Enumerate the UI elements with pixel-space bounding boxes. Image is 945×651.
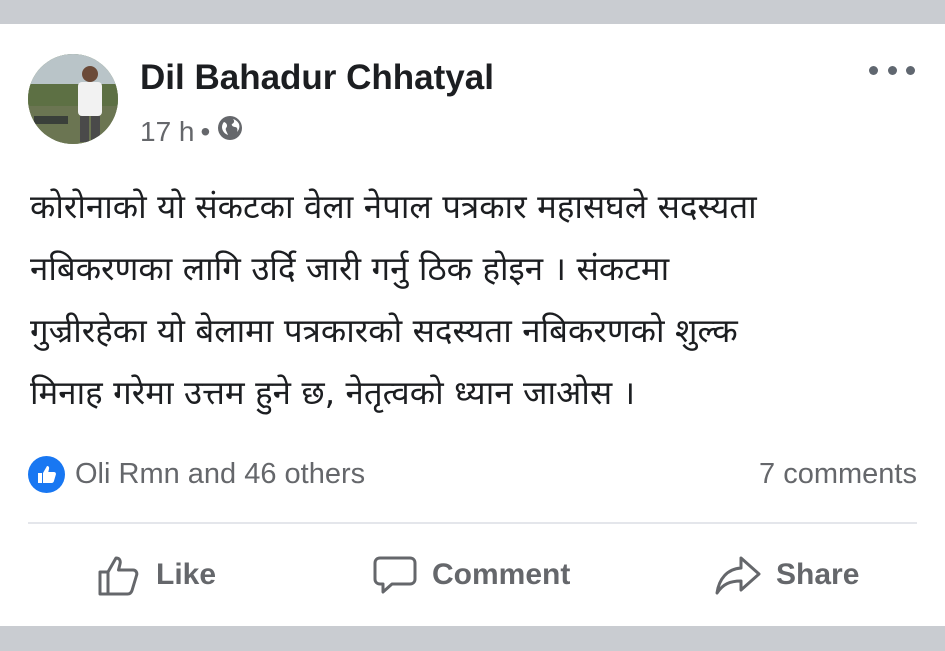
comment-bubble-icon (372, 552, 418, 598)
more-options-icon[interactable] (869, 58, 915, 82)
post-text-line: गुज्रीरहेका यो बेलामा पत्रकारको सदस्यता … (30, 311, 738, 350)
post-text-line: नबिकरणका लागि उर्दि जारी गर्नु ठिक होइन … (30, 249, 670, 288)
share-arrow-icon (714, 552, 762, 598)
comment-button[interactable]: Comment (372, 544, 570, 606)
like-reaction-icon (28, 455, 65, 493)
more-dot (869, 65, 878, 75)
thumbs-up-icon (96, 552, 142, 598)
comment-label: Comment (432, 558, 571, 591)
meta-separator: • (200, 115, 211, 147)
post-meta: 17 h • (140, 114, 244, 149)
reactions-summary[interactable]: Oli Rmn and 46 others (28, 455, 366, 493)
divider (28, 522, 917, 524)
share-button[interactable]: Share (714, 544, 859, 606)
avatar[interactable] (28, 54, 118, 144)
post-header: Dil Bahadur Chhatyal 17 h • (28, 54, 915, 147)
post-text: कोरोनाको यो संकटका वेला नेपाल पत्रकार मह… (30, 176, 920, 424)
post-card: Dil Bahadur Chhatyal 17 h • कोरोनाको यो … (0, 24, 945, 626)
like-button[interactable]: Like (96, 544, 216, 606)
more-dot (887, 65, 897, 75)
post-stats: Oli Rmn and 46 others 7 comments (28, 454, 917, 494)
more-dot (906, 65, 915, 75)
like-label: Like (156, 558, 217, 591)
comments-count[interactable]: 7 comments (759, 458, 917, 491)
post-time[interactable]: 17 h (140, 116, 195, 148)
share-label: Share (776, 558, 860, 591)
globe-icon (216, 114, 244, 149)
avatar-photo (28, 54, 118, 144)
reactions-label: Oli Rmn and 46 others (75, 457, 366, 490)
post-actions: Like Comment Share (0, 544, 945, 606)
post-text-line: मिनाह गरेमा उत्तम हुने छ, नेतृत्वको ध्या… (30, 373, 636, 412)
post-text-line: कोरोनाको यो संकटका वेला नेपाल पत्रकार मह… (30, 187, 757, 226)
author-name[interactable]: Dil Bahadur Chhatyal (140, 58, 494, 98)
